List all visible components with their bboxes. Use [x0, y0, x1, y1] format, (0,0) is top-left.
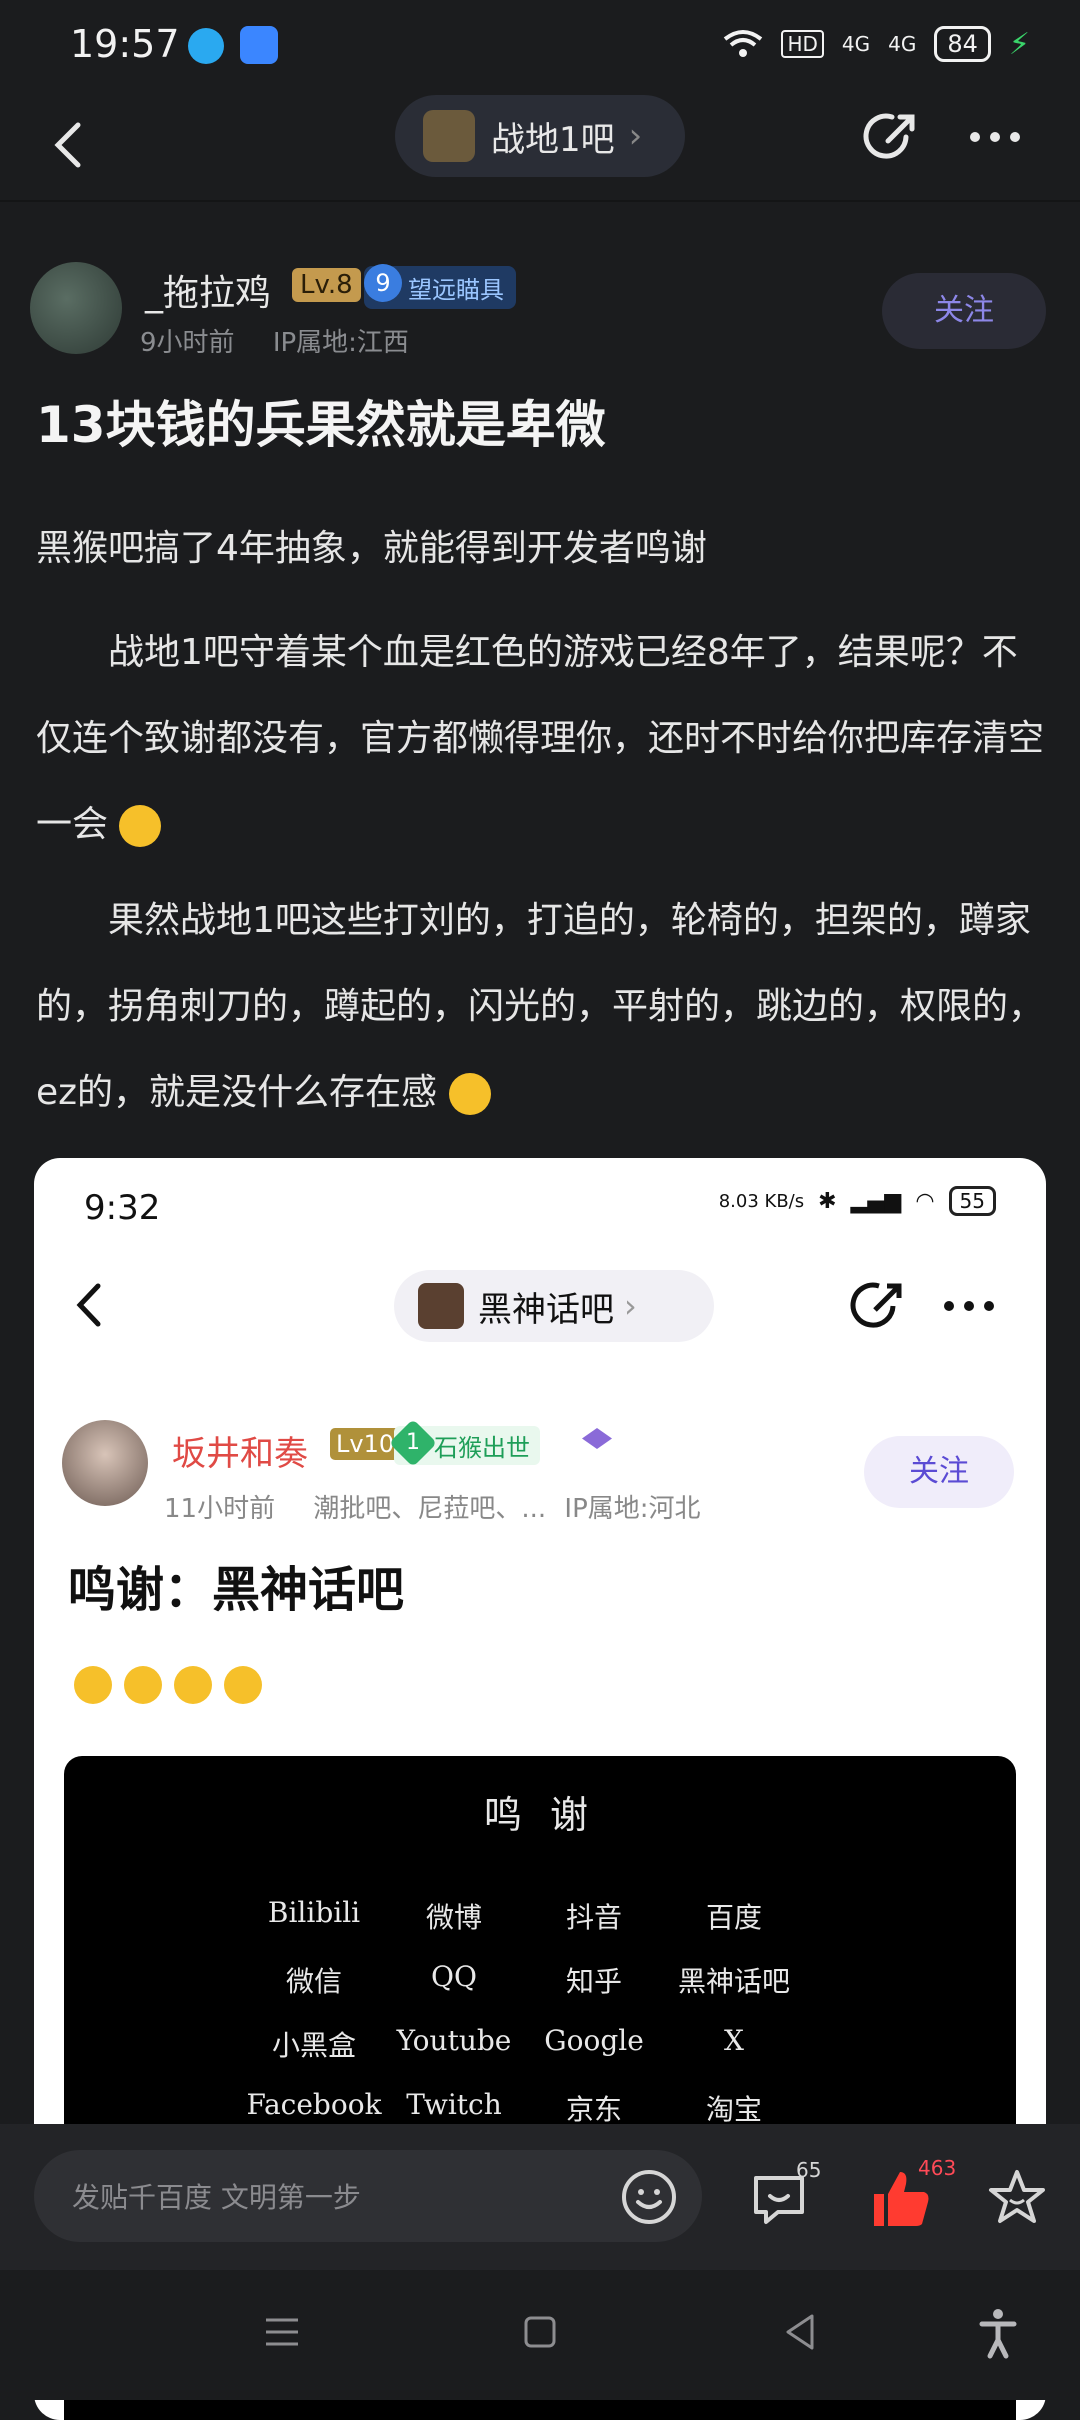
reply-placeholder: 发贴千百度 文明第一步 — [72, 2181, 361, 2214]
embed-emoji-row — [74, 1666, 262, 1704]
credit-item: Youtube — [396, 2024, 512, 2057]
embed-meta: 11小时前 潮批吧、尼菈吧、... IP属地:河北 — [164, 1488, 701, 1525]
emoji-button[interactable] — [620, 2168, 678, 2226]
smile-emoji-icon — [224, 1666, 262, 1704]
credit-item: Twitch — [406, 2088, 502, 2121]
smile-emoji-icon — [174, 1666, 212, 1704]
embed-more-icon — [944, 1301, 994, 1311]
post-ip: IP属地:江西 — [272, 328, 409, 358]
smile-emoji-icon — [74, 1666, 112, 1704]
favorite-star-button[interactable] — [986, 2166, 1048, 2228]
paragraph-3-text: 果然战地1吧这些打刘的，打追的，轮椅的，担架的，蹲家的，拐角刺刀的，蹲起的，闪光… — [36, 900, 1045, 1113]
credit-item: 小黑盒 — [271, 2029, 356, 2062]
wifi-icon — [724, 30, 763, 57]
level-badge: Lv.8 — [292, 268, 361, 302]
credit-item: 微博 — [425, 1901, 482, 1934]
qq-icon — [188, 28, 224, 64]
embed-wifi-icon: ◠ — [915, 1188, 935, 1214]
more-options-button[interactable] — [960, 107, 1030, 167]
credits-heading: 鸣 谢 — [483, 1793, 597, 1837]
menu-icon[interactable] — [252, 2302, 312, 2362]
embed-author-name: 坂井和奏 — [172, 1434, 308, 1474]
credit-item: QQ — [431, 1960, 477, 1993]
follow-button[interactable]: 关注 — [882, 273, 1046, 349]
chevron-right-icon: › — [628, 116, 643, 156]
embed-back-icon — [76, 1283, 101, 1327]
graduation-cap-icon — [582, 1428, 612, 1449]
embed-ip: IP属地:河北 — [564, 1494, 701, 1524]
forum-avatar — [423, 110, 475, 162]
post-paragraph-3: 果然战地1吧这些打刘的，打追的，轮椅的，担架的，蹲家的，拐角刺刀的，蹲起的，闪光… — [36, 878, 1046, 1136]
post-meta: 9小时前 IP属地:江西 — [140, 322, 409, 359]
embed-medal-number-text: 1 — [406, 1430, 420, 1455]
post-title: 13块钱的兵果然就是卑微 — [36, 396, 606, 454]
smile-emoji-icon — [448, 1073, 491, 1115]
app-notification-icon — [240, 26, 278, 64]
chevron-right-icon: › — [624, 1287, 637, 1325]
comment-count: 65 — [796, 2158, 822, 2182]
embed-status-icons: 8.03 KB/s ✱ ▂▄▆ ◠ 55 — [719, 1186, 996, 1216]
embed-level-badge: Lv10 — [330, 1428, 401, 1460]
home-square-icon[interactable] — [510, 2302, 570, 2362]
share-button[interactable] — [862, 107, 922, 167]
embed-post-title: 鸣谢：黑神话吧 — [68, 1562, 405, 1618]
status-icons: HD 4G 4G 84 ⚡ — [723, 26, 1030, 62]
credit-item: Bilibili — [267, 1896, 361, 1929]
author-name[interactable]: _拖拉鸡 — [145, 264, 271, 316]
embed-author-avatar — [62, 1420, 148, 1506]
credit-item: 抖音 — [565, 1901, 622, 1934]
embed-time: 11小时前 — [164, 1494, 276, 1524]
embed-forum-avatar — [418, 1283, 464, 1329]
charging-icon: ⚡ — [1008, 26, 1030, 62]
post-time: 9小时前 — [140, 328, 235, 358]
credit-item: 黑神话吧 — [677, 1965, 790, 1998]
credit-item: 微信 — [285, 1965, 342, 1998]
embed-follow-button: 关注 — [864, 1436, 1014, 1508]
embed-battery: 55 — [948, 1186, 996, 1216]
smile-emoji-icon — [124, 1666, 162, 1704]
forum-name: 战地1吧 — [491, 119, 615, 160]
smile-emoji-icon — [119, 805, 162, 847]
status-time: 19:57 — [70, 22, 180, 66]
like-count: 463 — [918, 2156, 957, 2180]
post-paragraph-2: 战地1吧守着某个血是红色的游戏已经8年了，结果呢？不仅连个致谢都没有，官方都懒得… — [36, 610, 1046, 868]
embed-forum-pill: 黑神话吧 › — [394, 1270, 714, 1342]
signal-icon-1: 4G — [841, 32, 871, 56]
credit-item: 淘宝 — [705, 2093, 762, 2126]
signal-icon-2: 4G — [888, 32, 917, 56]
credit-item: X — [724, 2024, 744, 2057]
credit-item: 知乎 — [565, 1965, 622, 1998]
author-avatar[interactable] — [30, 262, 122, 354]
embed-net-speed: 8.03 KB/s — [718, 1190, 805, 1212]
accessibility-icon[interactable] — [968, 2302, 1028, 2362]
embed-signal-icon: ▂▄▆ — [850, 1188, 902, 1214]
battery-indicator: 84 — [934, 26, 991, 62]
credit-item: 京东 — [565, 2093, 622, 2126]
embed-status-time: 9:32 — [84, 1188, 161, 1228]
back-triangle-icon[interactable] — [770, 2302, 830, 2362]
credits-grid: Bilibili 微博 抖音 百度 微信 QQ 知乎 黑神话吧 小黑盒 Yout… — [244, 1896, 804, 2128]
top-nav: 战地1吧 › — [0, 95, 1080, 202]
credit-item: 百度 — [705, 1901, 762, 1934]
embed-forum-name: 黑神话吧 — [478, 1289, 614, 1330]
credit-item: Google — [544, 2024, 644, 2057]
credit-item: Facebook — [246, 2088, 382, 2121]
embed-forums: 潮批吧、尼菈吧、... — [313, 1494, 547, 1524]
medal-number: 9 — [364, 264, 402, 302]
embed-share-icon — [850, 1282, 902, 1328]
back-button[interactable] — [40, 115, 100, 175]
forum-pill[interactable]: 战地1吧 › — [395, 95, 685, 177]
post-paragraph-1: 黑猴吧搞了4年抽象，就能得到开发者鸣谢 — [36, 528, 707, 569]
paragraph-2-text: 战地1吧守着某个血是红色的游戏已经8年了，结果呢？不仅连个致谢都没有，官方都懒得… — [36, 632, 1045, 845]
bluetooth-icon: ✱ — [818, 1188, 837, 1214]
hd-badge: HD — [781, 30, 824, 58]
